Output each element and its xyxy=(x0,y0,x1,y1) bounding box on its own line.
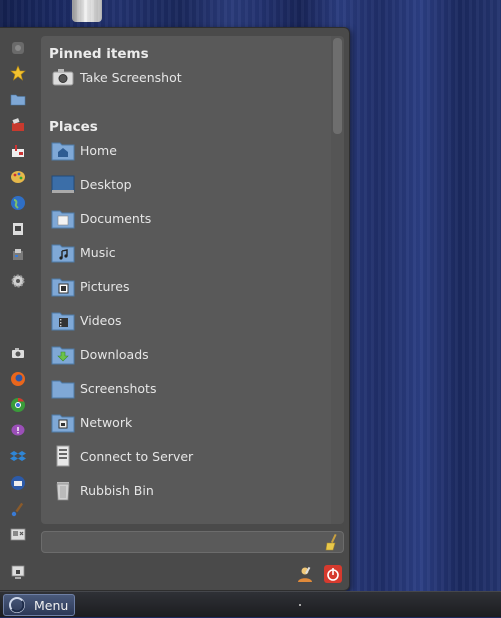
power-icon[interactable] xyxy=(324,565,342,583)
toolbox-icon[interactable] xyxy=(10,117,26,133)
place-item-label: Desktop xyxy=(80,176,132,192)
videos-folder-icon xyxy=(51,309,75,331)
trash-icon xyxy=(51,479,75,501)
thunderbird-icon[interactable] xyxy=(10,475,26,491)
globe-icon[interactable] xyxy=(10,195,26,211)
pinned-items-heading: Pinned items xyxy=(49,46,149,62)
place-item-label: Screenshots xyxy=(80,380,157,396)
firefox-icon[interactable] xyxy=(10,371,26,387)
camera-icon xyxy=(51,66,75,88)
place-item-label: Pictures xyxy=(80,278,130,294)
places-scrollbar[interactable] xyxy=(331,36,344,524)
desktop-icon xyxy=(51,173,75,195)
pinned-item-label: Take Screenshot xyxy=(80,69,182,85)
terminal-icon[interactable] xyxy=(10,143,26,159)
place-item-label: Downloads xyxy=(80,346,149,362)
place-item-label: Music xyxy=(80,244,116,260)
display-settings-icon[interactable] xyxy=(10,527,26,543)
camera-icon[interactable] xyxy=(10,345,26,361)
menu-sidebar xyxy=(0,28,38,590)
menu-icon[interactable] xyxy=(10,40,26,56)
scrollbar-thumb[interactable] xyxy=(333,38,342,134)
palette-icon[interactable] xyxy=(10,169,26,185)
search-field[interactable] xyxy=(41,531,344,553)
place-item-pictures[interactable]: Pictures xyxy=(51,273,321,299)
chrome-icon[interactable] xyxy=(10,397,26,413)
network-folder-icon xyxy=(51,411,75,433)
application-menu: Pinned items Take Screenshot Places Home… xyxy=(0,27,350,591)
place-item-documents[interactable]: Documents xyxy=(51,205,321,231)
server-icon xyxy=(51,445,75,467)
desktop-trash-icon[interactable] xyxy=(72,0,102,22)
clear-search-icon[interactable] xyxy=(324,533,340,551)
menu-button-label: Menu xyxy=(34,597,69,613)
pinned-item-take-screenshot[interactable]: Take Screenshot xyxy=(51,64,321,90)
places-panel: Pinned items Take Screenshot Places Home… xyxy=(41,36,331,524)
tray-indicator xyxy=(299,604,301,606)
taskbar: Menu xyxy=(0,591,501,617)
place-item-downloads[interactable]: Downloads xyxy=(51,341,321,367)
documents-folder-icon xyxy=(51,207,75,229)
place-item-screenshots[interactable]: Screenshots xyxy=(51,375,321,401)
place-item-label: Network xyxy=(80,414,133,430)
place-item-desktop[interactable]: Desktop xyxy=(51,171,321,197)
place-item-network[interactable]: Network xyxy=(51,409,321,435)
lock-screen-icon[interactable] xyxy=(10,564,26,580)
place-item-videos[interactable]: Videos xyxy=(51,307,321,333)
place-item-label: Home xyxy=(80,142,117,158)
folder-icon xyxy=(51,377,75,399)
place-item-label: Connect to Server xyxy=(80,448,194,464)
menu-logo-icon xyxy=(8,596,26,614)
place-item-connect-to-server[interactable]: Connect to Server xyxy=(51,443,321,469)
search-input[interactable] xyxy=(46,533,320,551)
place-item-music[interactable]: Music xyxy=(51,239,321,265)
settings-gear-icon[interactable] xyxy=(10,273,26,289)
paintbrush-icon[interactable] xyxy=(10,501,26,517)
pictures-folder-icon xyxy=(51,275,75,297)
star-icon[interactable] xyxy=(10,65,26,81)
music-folder-icon xyxy=(51,241,75,263)
folder-icon[interactable] xyxy=(10,91,26,107)
place-item-label: Documents xyxy=(80,210,152,226)
places-heading: Places xyxy=(49,119,98,135)
dropbox-icon[interactable] xyxy=(10,449,26,465)
place-item-label: Videos xyxy=(80,312,122,328)
printer-icon[interactable] xyxy=(10,247,26,263)
place-item-home[interactable]: Home xyxy=(51,137,321,163)
home-folder-icon xyxy=(51,139,75,161)
chat-icon[interactable] xyxy=(10,423,26,439)
menu-button[interactable]: Menu xyxy=(3,594,75,616)
downloads-folder-icon xyxy=(51,343,75,365)
office-icon[interactable] xyxy=(10,221,26,237)
user-account-icon[interactable] xyxy=(296,565,314,583)
place-item-label: Rubbish Bin xyxy=(80,482,154,498)
place-item-rubbish-bin[interactable]: Rubbish Bin xyxy=(51,477,321,503)
